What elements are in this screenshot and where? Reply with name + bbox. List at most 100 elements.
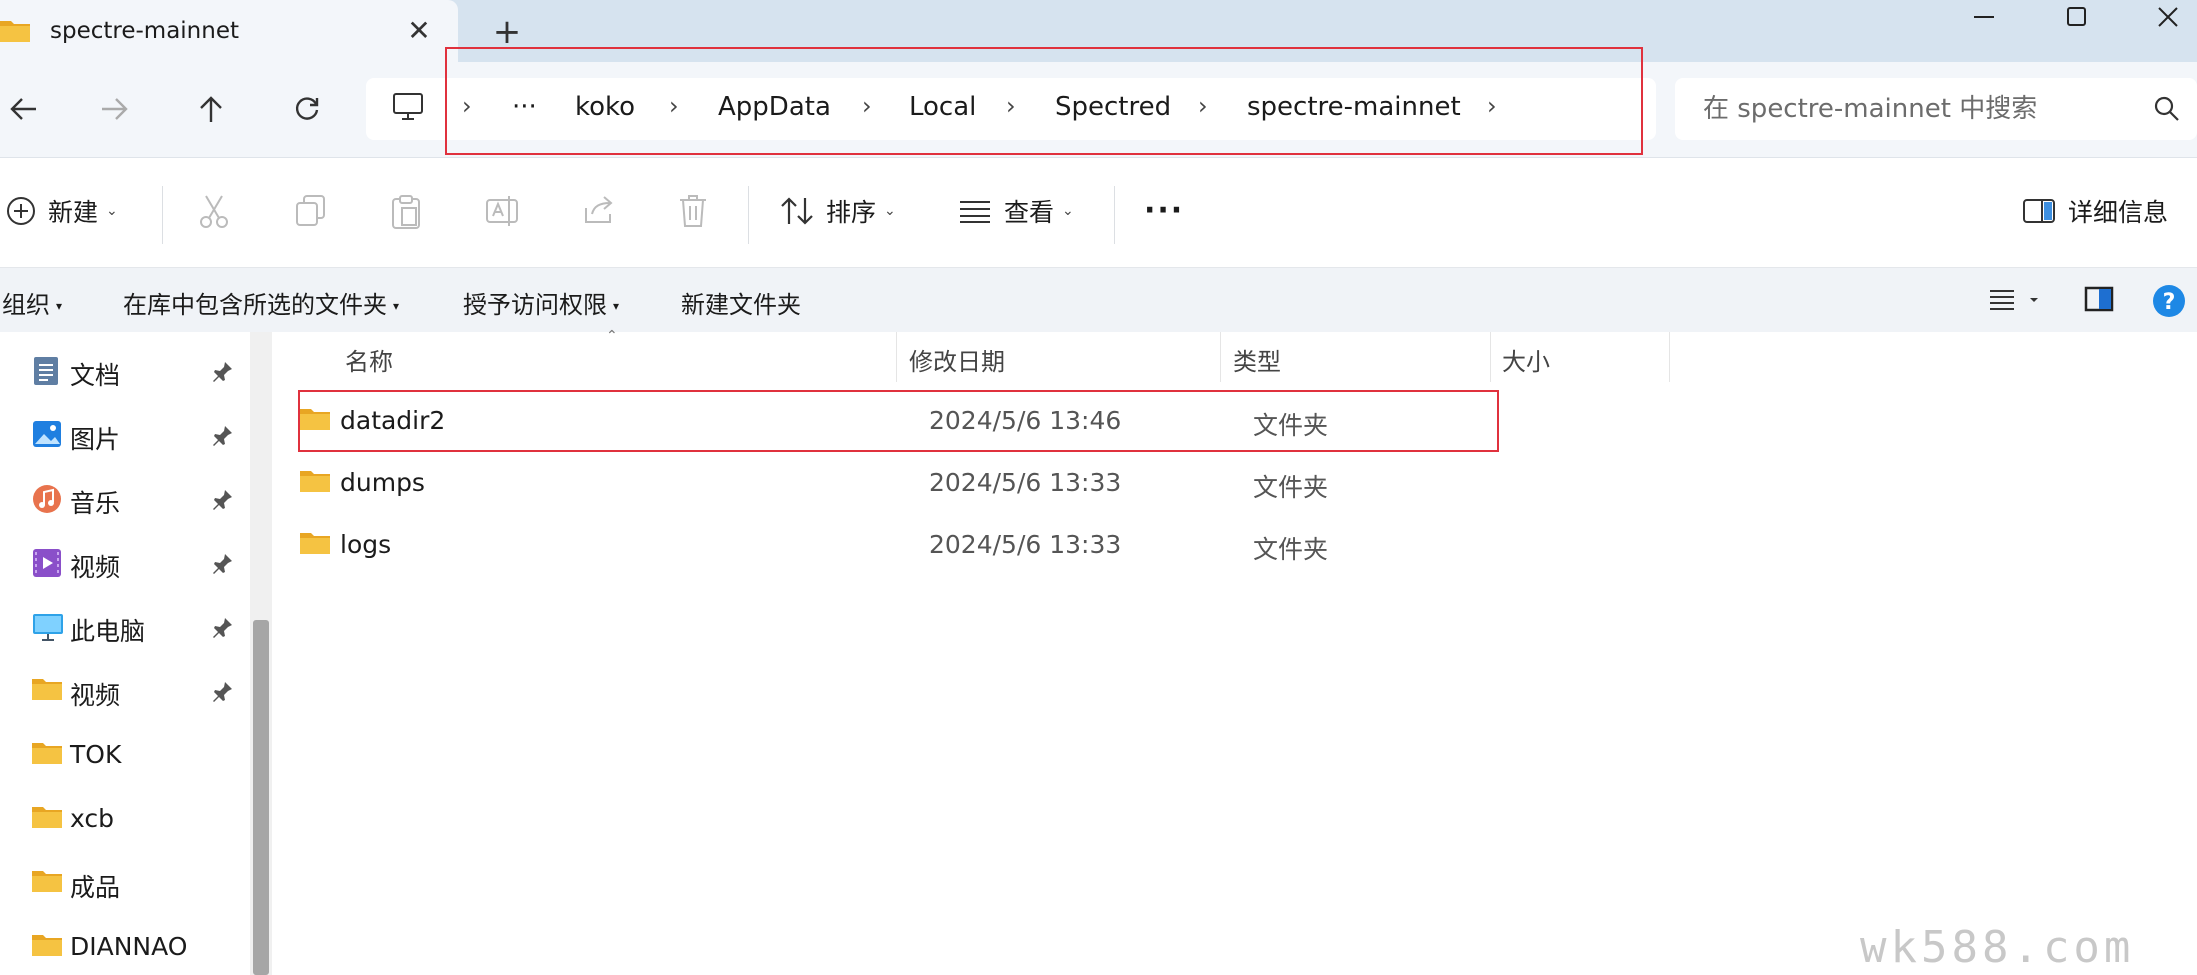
navigation-pane: 文档 图片 音乐 视频 此电脑 视频 TOK xcb 成品 DIANNAO	[0, 332, 250, 975]
arrow-left-icon[interactable]	[0, 86, 46, 132]
details-pane-icon	[2023, 199, 2055, 223]
sidebar-item-label: TOK	[70, 740, 122, 769]
view-button[interactable]: 查看 ⌄	[958, 193, 1074, 229]
breadcrumb-local[interactable]: Local	[909, 92, 976, 122]
divider	[748, 186, 749, 244]
rename-icon[interactable]	[485, 194, 519, 232]
pin-icon[interactable]	[212, 680, 234, 706]
sidebar-item-diannao[interactable]: DIANNAO	[0, 922, 246, 972]
search-box[interactable]	[1675, 78, 2197, 140]
chevron-right-icon[interactable]: ›	[1487, 92, 1497, 120]
file-row-dumps[interactable]: dumps 2024/5/6 13:33 文件夹	[298, 454, 1518, 512]
view-options-icon[interactable]	[1988, 288, 2038, 316]
sidebar-item-pictures[interactable]: 图片	[0, 410, 246, 460]
sidebar-item-music[interactable]: 音乐	[0, 474, 246, 524]
chevron-down-icon: ⌄	[884, 203, 896, 219]
grant-access-menu[interactable]: 授予访问权限 ▾	[463, 285, 619, 320]
share-icon[interactable]	[582, 194, 616, 230]
chevron-down-icon: ⌄	[1062, 203, 1074, 219]
include-in-library-menu[interactable]: 在库中包含所选的文件夹 ▾	[123, 285, 399, 320]
organize-menu[interactable]: 组织 ▾	[2, 285, 62, 320]
breadcrumb-spectre-mainnet[interactable]: spectre-mainnet	[1247, 92, 1461, 122]
sidebar-item-this-pc[interactable]: 此电脑	[0, 602, 246, 652]
address-bar[interactable]: › ··· koko › AppData › Local › Spectred …	[366, 78, 1656, 140]
sidebar-item-label: xcb	[70, 804, 114, 833]
column-header-type[interactable]: 类型	[1233, 332, 1281, 382]
computer-icon[interactable]	[392, 92, 424, 126]
sidebar-item-xcb[interactable]: xcb	[0, 794, 246, 844]
chevron-down-icon: ⌄	[106, 203, 118, 219]
videos-icon	[32, 548, 62, 582]
sort-button-label: 排序	[826, 198, 877, 227]
breadcrumb-spectred[interactable]: Spectred	[1055, 92, 1171, 122]
tab-spectre-mainnet[interactable]: spectre-mainnet ✕	[0, 0, 458, 62]
search-icon[interactable]	[2153, 95, 2181, 127]
chevron-right-icon[interactable]: ›	[669, 92, 679, 120]
organize-label: 组织	[2, 291, 50, 319]
preview-pane-icon[interactable]	[2084, 286, 2114, 316]
arrow-right-icon[interactable]	[92, 86, 138, 132]
pin-icon[interactable]	[212, 552, 234, 578]
breadcrumb-more[interactable]: ···	[512, 92, 537, 122]
column-divider[interactable]	[1669, 332, 1670, 382]
new-button-label: 新建	[48, 198, 99, 227]
sidebar-item-tok[interactable]: TOK	[0, 730, 246, 780]
plus-circle-icon	[7, 197, 35, 225]
sidebar-item-chengpin[interactable]: 成品	[0, 858, 246, 908]
refresh-icon[interactable]	[284, 86, 330, 132]
sidebar-item-label: 图片	[70, 425, 121, 454]
paste-icon[interactable]	[390, 194, 422, 234]
more-options-button[interactable]: ···	[1144, 193, 1184, 228]
file-modified: 2024/5/6 13:33	[929, 530, 1122, 559]
divider	[1114, 186, 1115, 244]
delete-icon[interactable]	[678, 194, 708, 232]
file-name: logs	[340, 530, 392, 559]
pin-icon[interactable]	[212, 360, 234, 386]
arrow-up-icon[interactable]	[188, 86, 234, 132]
sidebar-item-label: 文档	[70, 361, 121, 390]
window-close-icon[interactable]	[2133, 0, 2197, 34]
sidebar-item-videos[interactable]: 视频	[0, 538, 246, 588]
view-list-icon	[960, 201, 990, 223]
maximize-icon[interactable]	[2042, 0, 2112, 34]
column-divider[interactable]	[1220, 332, 1221, 382]
include-in-library-label: 在库中包含所选的文件夹	[123, 291, 387, 319]
sort-button[interactable]: 排序 ⌄	[780, 193, 896, 229]
plus-icon[interactable]: +	[490, 12, 524, 52]
folder-icon	[32, 804, 62, 834]
pin-icon[interactable]	[212, 424, 234, 450]
search-input[interactable]	[1703, 90, 2123, 128]
dropdown-arrow-icon: ▾	[56, 299, 63, 313]
sidebar-item-documents[interactable]: 文档	[0, 346, 246, 396]
column-divider[interactable]	[896, 332, 897, 382]
close-icon[interactable]: ✕	[404, 14, 434, 47]
chevron-right-icon[interactable]: ›	[1006, 92, 1016, 120]
view-button-label: 查看	[1004, 198, 1055, 227]
details-button-label: 详细信息	[2068, 198, 2169, 227]
sidebar-item-videos-folder[interactable]: 视频	[0, 666, 246, 716]
column-header-modified[interactable]: 修改日期	[909, 332, 1005, 382]
chevron-right-icon[interactable]: ›	[1198, 92, 1208, 120]
computer-icon	[32, 612, 64, 646]
details-button[interactable]: 详细信息	[2022, 193, 2168, 229]
breadcrumb-appdata[interactable]: AppData	[718, 92, 831, 122]
sort-icon	[781, 197, 813, 225]
sidebar-scrollbar-thumb[interactable]	[253, 620, 269, 975]
cut-icon[interactable]	[198, 194, 230, 234]
file-row-logs[interactable]: logs 2024/5/6 13:33 文件夹	[298, 516, 1518, 574]
chevron-right-icon[interactable]: ›	[862, 92, 872, 120]
column-divider[interactable]	[1490, 332, 1491, 382]
svg-text:?: ?	[2163, 290, 2176, 315]
column-header-size[interactable]: 大小	[1502, 332, 1550, 382]
new-button[interactable]: 新建 ⌄	[6, 193, 118, 229]
copy-icon[interactable]	[295, 194, 327, 232]
breadcrumb-koko[interactable]: koko	[575, 92, 635, 122]
column-header-name[interactable]: 名称	[345, 332, 393, 382]
minimize-icon[interactable]	[1950, 0, 2020, 34]
chevron-right-icon[interactable]: ›	[462, 92, 472, 120]
help-icon[interactable]: ?	[2152, 284, 2186, 322]
pin-icon[interactable]	[212, 616, 234, 642]
pin-icon[interactable]	[212, 488, 234, 514]
file-row-datadir2[interactable]: datadir2 2024/5/6 13:46 文件夹	[298, 392, 1518, 450]
new-folder-button[interactable]: 新建文件夹	[681, 285, 801, 320]
